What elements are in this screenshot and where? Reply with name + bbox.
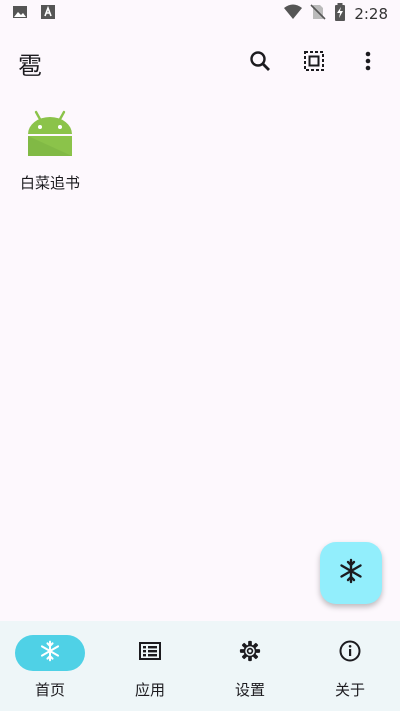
nav-label-apps: 应用 xyxy=(134,681,165,699)
app-bar: 雹 xyxy=(0,36,400,90)
nav-pill xyxy=(315,635,385,671)
status-time: 2:28 xyxy=(354,5,388,23)
battery-charging-icon xyxy=(334,3,346,25)
search-button[interactable] xyxy=(240,43,280,83)
list-icon xyxy=(139,641,161,665)
nav-item-settings[interactable]: 设置 xyxy=(200,621,300,711)
nav-item-home[interactable]: 首页 xyxy=(0,621,100,711)
nav-item-apps[interactable]: 应用 xyxy=(100,621,200,711)
no-sim-icon xyxy=(310,4,326,24)
image-icon xyxy=(12,4,28,24)
nav-item-about[interactable]: 关于 xyxy=(300,621,400,711)
nav-label-home: 首页 xyxy=(34,681,65,699)
app-tile-label: 白菜追书 xyxy=(19,174,80,192)
nav-pill xyxy=(15,635,85,671)
fab-button[interactable] xyxy=(320,542,382,604)
nav-pill xyxy=(215,635,285,671)
select-all-button[interactable] xyxy=(294,43,334,83)
nav-label-settings: 设置 xyxy=(234,681,265,699)
app-tile[interactable]: 白菜追书 xyxy=(14,110,86,193)
android-icon xyxy=(26,110,74,164)
info-icon xyxy=(339,640,361,666)
snowflake-icon xyxy=(338,558,364,588)
search-icon xyxy=(249,50,271,76)
app-bar-actions xyxy=(240,43,388,83)
status-bar: 2:28 xyxy=(0,0,400,28)
status-left xyxy=(12,4,56,24)
font-icon xyxy=(40,4,56,24)
snowflake-icon xyxy=(39,640,61,666)
more-options-button[interactable] xyxy=(348,43,388,83)
page-title: 雹 xyxy=(18,51,42,80)
bottom-nav: 首页 应用 设置 关于 xyxy=(0,621,400,711)
more-vert-icon xyxy=(365,51,371,75)
select-all-icon xyxy=(303,50,325,76)
wifi-icon xyxy=(284,4,303,24)
nav-pill xyxy=(115,635,185,671)
status-right: 2:28 xyxy=(284,3,388,25)
nav-label-about: 关于 xyxy=(334,681,365,699)
gear-icon xyxy=(239,640,261,666)
